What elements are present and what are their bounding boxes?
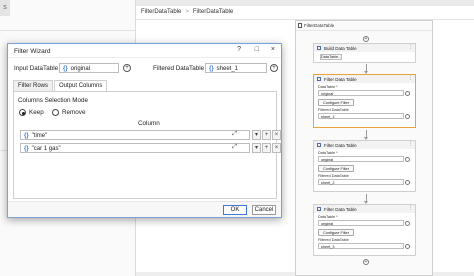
flow-arrow (364, 194, 368, 204)
cancel-button[interactable]: Cancel (252, 205, 276, 215)
plus-icon[interactable] (405, 114, 410, 119)
activity-header: Filter Data Table ⋮ (314, 205, 415, 213)
tab-bar: Filter Rows Output Columns (13, 80, 108, 91)
datatable-field[interactable]: original (318, 90, 410, 96)
configure-filter-button[interactable]: Configure Filter (318, 99, 354, 106)
filtered-datatable-field[interactable]: sheet_2 (318, 179, 410, 185)
add-column-button[interactable]: + (262, 143, 271, 153)
column-field[interactable]: {} "time" ⤢ (20, 130, 250, 140)
add-activity-icon[interactable]: + (363, 259, 369, 265)
datatable-label: DataTable * (318, 215, 338, 219)
build-data-table-activity[interactable]: Build Data Table ⋮ DataTable... (313, 43, 416, 63)
remove-column-button[interactable]: × (272, 143, 281, 153)
filtered-datatable-label: Filtered DataTable (318, 174, 349, 178)
left-panel-label: s (0, 0, 10, 16)
dialog-titlebar[interactable]: Filter Wizard ? □ × (8, 44, 281, 58)
keep-radio[interactable] (19, 109, 26, 116)
keep-label: Keep (29, 109, 44, 116)
ok-button[interactable]: OK (223, 205, 247, 215)
dialog-title: Filter Wizard (14, 48, 51, 55)
breadcrumb: FilterDataTable > FilterDataTable (136, 6, 474, 20)
sequence-header: FilterDataTable (296, 21, 432, 31)
configure-filter-button[interactable]: Configure Filter (318, 229, 354, 236)
filter-icon (317, 142, 321, 147)
plus-icon[interactable]: + (270, 64, 278, 72)
column-row: {} "car 1 gas" ⤢ ▾ + × (20, 143, 281, 153)
sequence-icon (298, 23, 302, 28)
breadcrumb-item[interactable]: FilterDataTable (193, 9, 233, 19)
activity-title: Filter Data Table (324, 142, 357, 148)
flow-arrow (364, 130, 368, 140)
filtered-datatable-label: Filtered DataTable (318, 108, 349, 112)
more-options-icon[interactable]: ⋮ (408, 205, 413, 211)
filtered-datatable-field[interactable]: {} sheet_1 (205, 63, 267, 73)
more-options-icon[interactable]: ⋮ (408, 44, 413, 50)
dropdown-icon[interactable]: ▾ (252, 130, 261, 140)
close-icon[interactable]: × (271, 46, 275, 53)
expand-icon[interactable]: ⤢ (232, 131, 237, 138)
tab-output-columns[interactable]: Output Columns (54, 80, 108, 91)
activity-header: Build Data Table ⋮ (314, 44, 415, 52)
add-activity-icon[interactable]: + (363, 36, 369, 42)
table-icon (317, 45, 321, 50)
datatable-label: DataTable * (318, 85, 338, 89)
help-icon[interactable]: ? (237, 46, 241, 53)
filtered-datatable-field[interactable]: sheet_1 (318, 113, 410, 119)
filter-data-table-activity[interactable]: Filter Data Table ⋮ DataTable * original… (313, 204, 416, 256)
plus-icon[interactable] (405, 244, 410, 249)
filtered-datatable-label: Filtered DataTable (153, 65, 205, 72)
more-options-icon[interactable]: ⋮ (408, 141, 413, 147)
activity-header: Filter Data Table ⋮ (314, 75, 415, 83)
tab-filter-rows[interactable]: Filter Rows (13, 80, 54, 91)
plus-icon[interactable] (405, 221, 410, 226)
output-columns-panel: Columns Selection Mode Keep Remove Colum… (13, 91, 281, 199)
add-column-button[interactable]: + (262, 130, 271, 140)
filter-data-table-activity[interactable]: Filter Data Table ⋮ DataTable * original… (313, 74, 416, 128)
filter-icon (317, 76, 321, 81)
breadcrumb-item[interactable]: FilterDataTable (141, 9, 181, 19)
build-datatable-button[interactable]: DataTable... (320, 54, 342, 60)
activity-header: Filter Data Table ⋮ (314, 141, 415, 149)
variable-icon: {} (24, 145, 29, 152)
datatable-field[interactable]: original (318, 220, 410, 226)
more-options-icon[interactable]: ⋮ (408, 75, 413, 81)
filter-icon (317, 206, 321, 211)
column-row: {} "time" ⤢ ▾ + × (20, 130, 281, 140)
remove-label: Remove (62, 109, 86, 116)
filter-wizard-dialog[interactable]: Filter Wizard ? □ × Input DataTable {} or… (7, 43, 282, 218)
maximize-icon[interactable]: □ (255, 46, 259, 53)
mode-label: Columns Selection Mode (18, 97, 89, 104)
expand-icon[interactable]: ⤢ (232, 144, 237, 151)
configure-filter-button[interactable]: Configure Filter (318, 165, 354, 172)
input-datatable-field[interactable]: {} original (59, 63, 119, 73)
dropdown-icon[interactable]: ▾ (252, 143, 261, 153)
divider (0, 30, 136, 31)
datatable-label: DataTable * (318, 151, 338, 155)
plus-icon[interactable] (405, 180, 410, 185)
input-datatable-label: Input DataTable (14, 65, 59, 72)
filtered-datatable-label: Filtered DataTable (318, 238, 349, 242)
activity-title: Filter Data Table (324, 76, 357, 82)
column-field[interactable]: {} "car 1 gas" ⤢ (20, 143, 250, 153)
variable-icon: {} (209, 65, 214, 72)
column-header: Column (138, 120, 160, 127)
remove-radio[interactable] (52, 109, 59, 116)
remove-column-button[interactable]: × (272, 130, 281, 140)
plus-icon[interactable] (405, 91, 410, 96)
filter-data-table-activity[interactable]: Filter Data Table ⋮ DataTable * original… (313, 140, 416, 192)
variable-icon: {} (63, 65, 68, 72)
variable-icon: {} (24, 132, 29, 139)
activity-title: Build Data Table (324, 45, 357, 51)
plus-icon[interactable]: + (123, 64, 131, 72)
plus-icon[interactable] (405, 157, 410, 162)
datatable-field[interactable]: original (318, 156, 410, 162)
filtered-datatable-field[interactable]: sheet_3 (318, 243, 410, 249)
flow-arrow (364, 64, 368, 74)
sequence-title: FilterDataTable (304, 23, 335, 28)
breadcrumb-separator: > (185, 9, 189, 15)
dialog-footer: OK Cancel (8, 201, 281, 217)
activity-title: Filter Data Table (324, 206, 357, 212)
